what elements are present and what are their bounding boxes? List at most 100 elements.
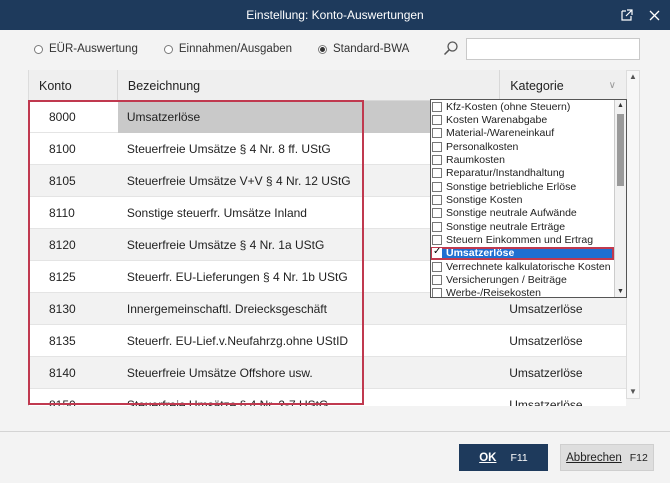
checkbox[interactable] xyxy=(432,155,442,166)
category-option[interactable]: Werbe-/Reisekosten xyxy=(431,287,614,298)
cell-bezeichnung: Steuerfr. EU-Lief.v.Neufahrzg.ohne UStID xyxy=(126,333,349,348)
category-option[interactable]: Sonstige Kosten xyxy=(431,193,614,206)
checkbox[interactable] xyxy=(432,181,442,192)
radio-standard-bwa-dot[interactable] xyxy=(318,44,328,54)
column-header-konto[interactable]: Konto xyxy=(29,70,118,101)
checkbox[interactable] xyxy=(432,168,442,179)
popout-icon[interactable] xyxy=(617,5,637,25)
category-option-label: Sonstige betriebliche Erlöse xyxy=(446,180,577,193)
ok-button-shortcut: F11 xyxy=(510,451,528,464)
column-header-kategorie-label: Kategorie xyxy=(510,78,564,93)
scroll-up-icon[interactable]: ▲ xyxy=(615,100,626,111)
table-row[interactable]: 8140 Steuerfreie Umsätze Offshore usw. U… xyxy=(29,357,626,389)
cancel-button-label: Abbrechen xyxy=(566,451,622,464)
checkbox[interactable] xyxy=(432,275,442,286)
table-header: Konto Bezeichnung Kategorie ∨ xyxy=(29,70,626,101)
category-option-label: Steuern Einkommen und Ertrag xyxy=(446,234,594,247)
checkbox[interactable] xyxy=(432,261,442,272)
column-header-kategorie[interactable]: Kategorie ∨ xyxy=(500,70,626,101)
category-option-label: Versicherungen / Beiträge xyxy=(446,274,567,287)
cell-kategorie[interactable]: Umsatzerlöse xyxy=(500,357,626,389)
cell-konto: 8140 xyxy=(49,365,76,380)
checkbox[interactable] xyxy=(432,195,442,206)
checkbox[interactable] xyxy=(432,208,442,219)
category-option-label: Sonstige Kosten xyxy=(446,194,523,207)
category-option-label: Reparatur/Instandhaltung xyxy=(446,167,565,180)
category-option[interactable]: Personalkosten xyxy=(431,140,614,153)
category-option[interactable]: Kosten Warenabgabe xyxy=(431,113,614,126)
evaluation-type-group: EÜR-Auswertung Einnahmen/Ausgaben Standa… xyxy=(34,43,435,55)
category-option-selected[interactable]: Umsatzerlöse xyxy=(431,246,614,261)
category-option-label: Werbe-/Reisekosten xyxy=(446,287,541,298)
window-title: Einstellung: Konto-Auswertungen xyxy=(246,8,424,22)
radio-einnahmen-ausgaben[interactable]: Einnahmen/Ausgaben xyxy=(163,43,293,55)
scroll-up-icon[interactable]: ▲ xyxy=(627,71,639,83)
checkbox[interactable] xyxy=(432,221,442,232)
category-option-label: Kosten Warenabgabe xyxy=(446,114,548,127)
scrollbar-thumb[interactable] xyxy=(617,114,624,186)
checkbox[interactable] xyxy=(432,115,442,126)
cell-konto: 8125 xyxy=(49,269,76,284)
radio-euer-dot[interactable] xyxy=(34,44,43,54)
checkbox[interactable] xyxy=(432,235,442,246)
cell-konto: 8000 xyxy=(49,109,76,124)
category-option-label: Kfz-Kosten (ohne Steuern) xyxy=(446,100,571,113)
radio-einnahmen-ausgaben-label: Einnahmen/Ausgaben xyxy=(178,43,293,55)
radio-standard-bwa-label: Standard-BWA xyxy=(333,43,410,55)
cell-bezeichnung: Steuerfreie Umsätze § 4 Nr. 2-7 UStG xyxy=(126,397,329,407)
category-option[interactable]: Steuern Einkommen und Ertrag xyxy=(431,233,614,246)
category-option-label: Sonstige neutrale Erträge xyxy=(446,220,566,233)
category-dropdown-list[interactable]: Kfz-Kosten (ohne Steuern) Kosten Warenab… xyxy=(430,99,627,298)
table-row[interactable]: 8135 Steuerfr. EU-Lief.v.Neufahrzg.ohne … xyxy=(29,325,626,357)
radio-euer-label: EÜR-Auswertung xyxy=(49,43,138,55)
scroll-down-icon[interactable]: ▼ xyxy=(615,286,626,297)
category-option[interactable]: Reparatur/Instandhaltung xyxy=(431,167,614,180)
cell-konto: 8150 xyxy=(49,397,76,407)
radio-einnahmen-ausgaben-dot[interactable] xyxy=(163,44,173,54)
category-option-label: Personalkosten xyxy=(446,140,519,153)
cell-konto: 8110 xyxy=(49,205,75,220)
ok-button[interactable]: OK F11 xyxy=(459,444,548,471)
search-icon[interactable] xyxy=(443,40,461,58)
radio-standard-bwa[interactable]: Standard-BWA xyxy=(318,43,409,55)
cell-bezeichnung: Steuerfreie Umsätze Offshore usw. xyxy=(126,365,313,380)
category-option-label: Umsatzerlöse xyxy=(446,247,515,260)
category-options: Kfz-Kosten (ohne Steuern) Kosten Warenab… xyxy=(431,100,614,298)
close-icon[interactable] xyxy=(644,5,664,25)
table-row[interactable]: 8150 Steuerfreie Umsätze § 4 Nr. 2-7 USt… xyxy=(29,389,626,407)
chevron-down-icon: ∨ xyxy=(608,80,616,91)
dropdown-scrollbar[interactable]: ▲ ▼ xyxy=(614,100,626,297)
category-option[interactable]: Kfz-Kosten (ohne Steuern) xyxy=(431,100,614,113)
ok-button-label: OK xyxy=(479,451,497,464)
cell-konto: 8100 xyxy=(49,141,76,156)
category-option-label: Raumkosten xyxy=(446,154,505,167)
cell-kategorie[interactable]: Umsatzerlöse xyxy=(500,389,626,407)
checkbox-checked[interactable] xyxy=(432,246,442,259)
title-bar: Einstellung: Konto-Auswertungen xyxy=(0,0,670,30)
scroll-down-icon[interactable]: ▼ xyxy=(627,386,639,398)
category-option[interactable]: Sonstige betriebliche Erlöse xyxy=(431,180,614,193)
category-option[interactable]: Versicherungen / Beiträge xyxy=(431,273,614,286)
category-option[interactable]: Sonstige neutrale Aufwände xyxy=(431,207,614,220)
cell-konto: 8105 xyxy=(49,173,76,188)
category-option[interactable]: Verrechnete kalkulatorische Kosten xyxy=(431,260,614,273)
cancel-button[interactable]: Abbrechen F12 xyxy=(560,444,654,471)
category-option-label: Verrechnete kalkulatorische Kosten xyxy=(446,260,611,273)
checkbox[interactable] xyxy=(432,128,442,139)
category-option[interactable]: Sonstige neutrale Erträge xyxy=(431,220,614,233)
checkbox[interactable] xyxy=(432,288,442,297)
search-input[interactable] xyxy=(466,38,640,60)
column-header-bezeichnung[interactable]: Bezeichnung xyxy=(118,70,501,101)
category-option[interactable]: Raumkosten xyxy=(431,153,614,166)
checkbox[interactable] xyxy=(432,101,442,112)
cell-kategorie[interactable]: Umsatzerlöse xyxy=(500,325,626,357)
cell-konto: 8130 xyxy=(49,301,76,316)
category-option[interactable]: Material-/Wareneinkauf xyxy=(431,127,614,140)
radio-euer[interactable]: EÜR-Auswertung xyxy=(34,43,138,55)
category-option-label: Material-/Wareneinkauf xyxy=(446,127,555,140)
cell-konto: 8135 xyxy=(49,333,76,348)
cancel-button-shortcut: F12 xyxy=(629,451,648,464)
category-option-label: Sonstige neutrale Aufwände xyxy=(446,207,577,220)
table-scrollbar[interactable]: ▲ ▼ xyxy=(626,70,640,399)
checkbox[interactable] xyxy=(432,141,442,152)
